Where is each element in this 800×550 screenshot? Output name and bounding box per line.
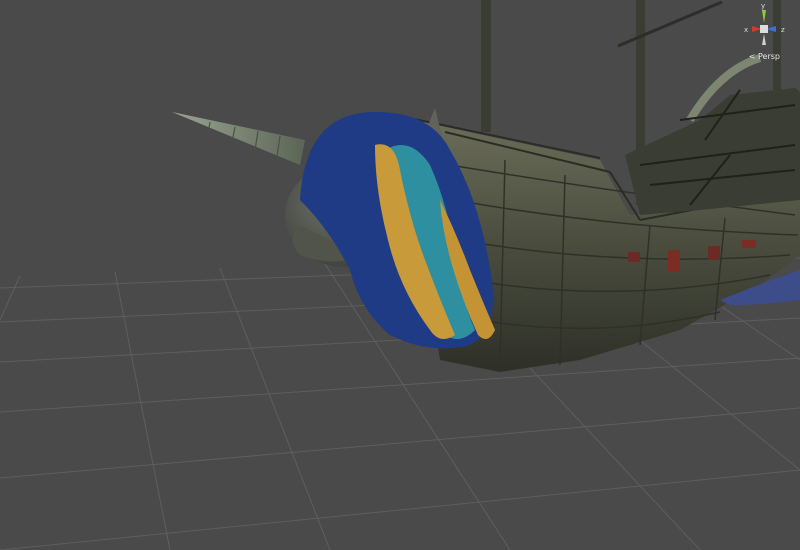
gizmo-center-cube[interactable] bbox=[760, 25, 768, 33]
horn bbox=[172, 112, 305, 165]
gizmo-x-label: x bbox=[744, 26, 748, 34]
yard-arm bbox=[617, 0, 723, 48]
projection-mode-toggle[interactable]: < Persp bbox=[749, 52, 780, 61]
gizmo-y-label: y bbox=[761, 2, 765, 10]
gizmo-neg-y-cone[interactable] bbox=[762, 34, 766, 45]
scene-canvas[interactable] bbox=[0, 0, 800, 550]
gun-port bbox=[628, 252, 640, 262]
main-mast bbox=[481, 0, 491, 132]
gun-port bbox=[708, 246, 720, 260]
gizmo-y-axis-cone[interactable] bbox=[762, 10, 766, 23]
gizmo-z-label: z bbox=[781, 26, 785, 34]
ship-model[interactable] bbox=[172, 0, 800, 372]
scene-view[interactable]: y x z < Persp bbox=[0, 0, 800, 550]
gun-port bbox=[742, 240, 756, 248]
gun-port bbox=[668, 250, 680, 272]
